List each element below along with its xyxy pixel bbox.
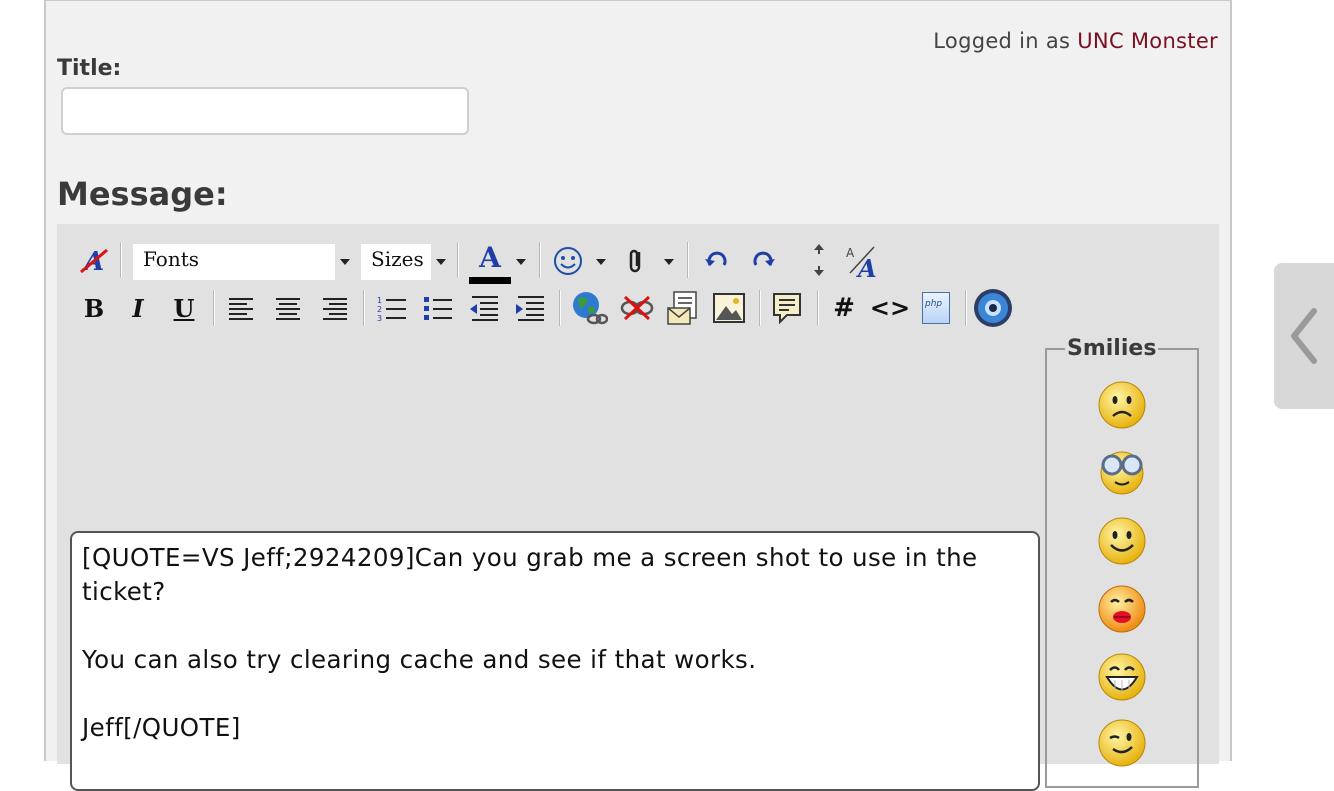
attachment-dropdown-arrow-icon[interactable]: [661, 252, 677, 272]
size-select-label: Sizes: [371, 247, 424, 271]
text-color-glyph: A: [479, 240, 501, 274]
reply-form-panel: Logged in as UNC Monster Title: Message:…: [44, 0, 1232, 791]
php-label: php: [925, 299, 943, 309]
wrap-hash-button[interactable]: #: [827, 288, 861, 328]
remove-format-icon[interactable]: A: [77, 242, 111, 278]
font-select-label: Fonts: [143, 247, 200, 271]
insert-smiley-icon[interactable]: [551, 244, 585, 278]
smilies-legend: Smilies: [1065, 336, 1159, 361]
toolbar-separator: [817, 290, 819, 326]
underline-button[interactable]: U: [169, 290, 199, 326]
toolbar-separator: [687, 242, 689, 278]
smiley-grin-icon[interactable]: [1097, 652, 1147, 702]
insert-image-icon[interactable]: [709, 288, 749, 328]
svg-text:A: A: [856, 254, 877, 279]
toolbar-separator: [965, 290, 967, 326]
redo-icon[interactable]: [745, 246, 781, 276]
font-select[interactable]: Fonts: [133, 244, 335, 280]
username-link[interactable]: UNC Monster: [1077, 29, 1218, 53]
wrap-php-button[interactable]: php: [917, 288, 955, 328]
smiley-geek-icon[interactable]: [1097, 446, 1147, 496]
wrap-quote-icon[interactable]: [767, 288, 807, 328]
align-left-icon[interactable]: [225, 290, 259, 326]
toolbar-separator: [120, 242, 122, 278]
toolbar-separator: [759, 290, 761, 326]
message-label: Message:: [57, 175, 228, 213]
message-editor: A Fonts Sizes A: [57, 224, 1219, 791]
insert-link-icon[interactable]: [569, 288, 609, 328]
switch-editor-mode-icon[interactable]: AA: [843, 242, 883, 280]
logged-in-status: Logged in as UNC Monster: [933, 29, 1218, 53]
color-dropdown-arrow-icon[interactable]: [513, 252, 529, 272]
wrap-code-button[interactable]: <>: [870, 288, 910, 328]
svg-text:3: 3: [377, 314, 382, 322]
svg-text:2: 2: [377, 305, 382, 314]
insert-audio-icon[interactable]: [971, 286, 1015, 330]
size-select[interactable]: Sizes: [361, 244, 431, 280]
align-center-icon[interactable]: [271, 290, 305, 326]
align-right-icon[interactable]: [317, 290, 351, 326]
text-color-swatch: [469, 276, 511, 284]
message-textarea[interactable]: [QUOTE=VS Jeff;2924209]Can you grab me a…: [70, 531, 1040, 791]
smiley-wink-icon[interactable]: [1097, 718, 1147, 768]
resize-editor-icon[interactable]: [807, 240, 831, 280]
side-collapse-tab[interactable]: [1274, 263, 1334, 409]
remove-link-icon[interactable]: [617, 288, 657, 328]
title-input[interactable]: [61, 87, 469, 135]
toolbar-separator: [457, 242, 459, 278]
smiley-smile-icon[interactable]: [1097, 516, 1147, 566]
attachment-icon[interactable]: [621, 244, 651, 278]
italic-button[interactable]: I: [123, 290, 153, 326]
svg-text:A: A: [846, 246, 855, 260]
smiley-frown-icon[interactable]: [1097, 380, 1147, 430]
logged-in-prefix: Logged in as: [933, 29, 1078, 53]
outdent-icon[interactable]: [467, 290, 501, 326]
toolbar-separator: [539, 242, 541, 278]
chevron-left-icon: [1291, 308, 1317, 364]
size-dropdown-arrow-icon[interactable]: [433, 252, 449, 272]
smilies-panel: Smilies: [1045, 337, 1199, 788]
bold-button[interactable]: B: [79, 290, 109, 326]
unordered-list-icon[interactable]: [421, 290, 455, 326]
title-label: Title:: [57, 56, 122, 81]
toolbar-separator: [213, 290, 215, 326]
indent-icon[interactable]: [513, 290, 547, 326]
insert-email-link-icon[interactable]: [663, 288, 703, 328]
toolbar-separator: [363, 290, 365, 326]
ordered-list-icon[interactable]: 123: [375, 290, 409, 326]
svg-text:1: 1: [377, 296, 382, 305]
smiley-dropdown-arrow-icon[interactable]: [593, 252, 609, 272]
toolbar-separator: [559, 290, 561, 326]
text-color-button[interactable]: A: [467, 240, 513, 286]
font-dropdown-arrow-icon[interactable]: [337, 252, 353, 272]
smiley-kiss-icon[interactable]: [1097, 584, 1147, 634]
undo-icon[interactable]: [699, 246, 735, 276]
